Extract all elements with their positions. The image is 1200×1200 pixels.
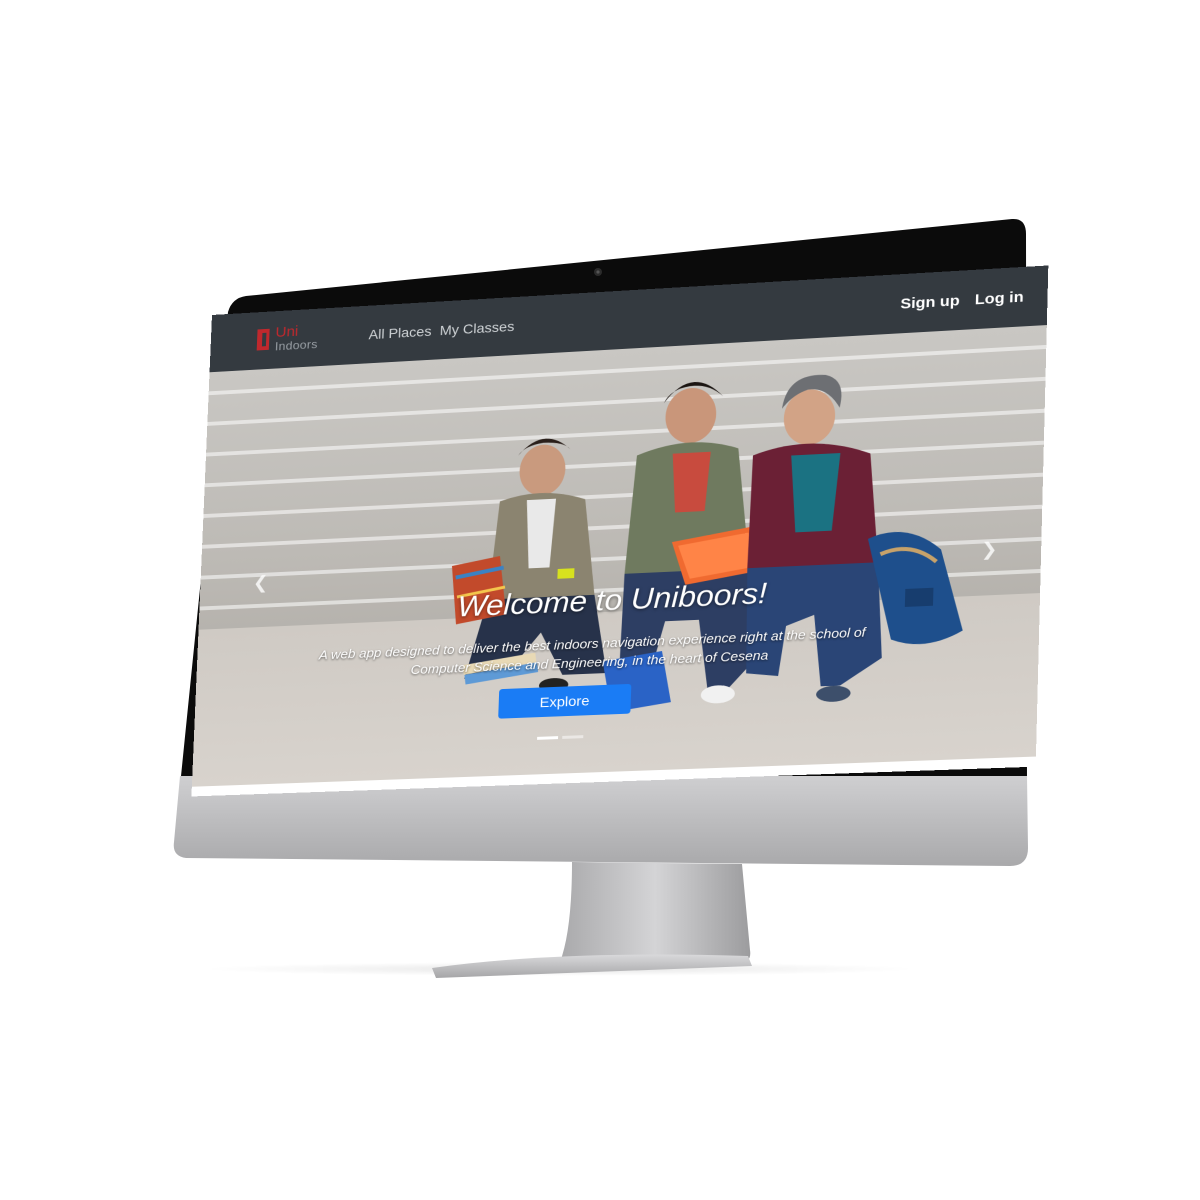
nav-all-places[interactable]: All Places [368, 323, 431, 342]
nav-my-classes[interactable]: My Classes [439, 318, 514, 338]
auth-links: Sign up Log in [900, 289, 1024, 313]
door-icon [257, 329, 270, 351]
chevron-left-icon[interactable]: ❮ [253, 573, 269, 594]
browser-viewport: Uni Indoors All Places My Classes Sign u… [191, 265, 1048, 796]
hero-photo-students [192, 325, 1047, 787]
hero-carousel: ❮ ❯ Welcome to Uniboors! A web app desig… [192, 325, 1047, 787]
explore-button[interactable]: Explore [498, 684, 631, 719]
brand-logo[interactable]: Uni Indoors [256, 321, 338, 358]
brand-line2: Indoors [275, 337, 318, 353]
nav-links: All Places My Classes [368, 318, 514, 342]
signup-link[interactable]: Sign up [900, 292, 960, 312]
imac-monitor: Uni Indoors All Places My Classes Sign u… [0, 0, 1200, 1200]
login-link[interactable]: Log in [975, 289, 1024, 309]
chevron-right-icon[interactable]: ❯ [981, 539, 998, 561]
